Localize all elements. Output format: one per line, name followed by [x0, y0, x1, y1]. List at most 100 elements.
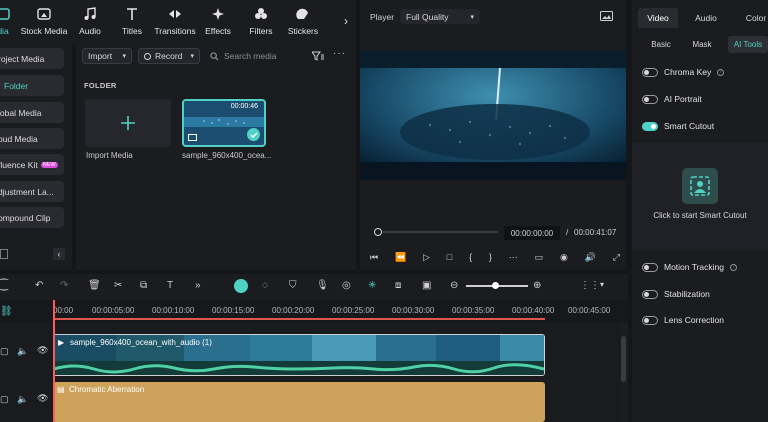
more-tools-icon[interactable]: »	[195, 280, 201, 291]
folder-icon[interactable]	[0, 249, 8, 259]
subtitle-icon[interactable]: ▣	[422, 280, 431, 291]
player-header: Player Full Quality ▾	[360, 6, 626, 28]
split-icon[interactable]: ✂	[114, 280, 122, 291]
mute-icon[interactable]: 🔈	[17, 394, 28, 405]
marker-icon[interactable]: ⛉	[289, 280, 297, 291]
play-icon[interactable]: ▷	[423, 252, 430, 263]
effects-icon	[212, 8, 224, 20]
nav-cloud-media[interactable]: oud Media	[0, 128, 64, 149]
render-icon[interactable]: ◌	[262, 280, 268, 291]
zoom-in-icon[interactable]: ⊕	[533, 280, 541, 291]
motion-tracking-toggle[interactable]	[642, 262, 658, 272]
more-menu-icon[interactable]: ⋯	[509, 252, 518, 263]
eye-icon[interactable]: 👁	[37, 393, 48, 404]
effect-clip[interactable]: ▤ Chromatic Aberration	[53, 382, 545, 422]
ai-face-icon[interactable]	[234, 279, 248, 293]
snap-icon[interactable]: ✳	[368, 280, 376, 291]
tab-stickers[interactable]: Stickers	[274, 6, 332, 36]
volume-icon[interactable]: 🔊	[585, 252, 596, 263]
subtab-ai-tools[interactable]: AI Tools	[728, 36, 768, 53]
delete-icon[interactable]: 🗑	[88, 280, 101, 291]
tick-label: 00:00	[53, 306, 74, 315]
chevron-right-icon[interactable]: ›	[344, 14, 348, 28]
redo-icon[interactable]: ↷	[60, 280, 68, 291]
info-icon[interactable]: ?	[717, 68, 725, 76]
video-clip[interactable]: ▶ sample_960x400_ocean_with_audio (1)	[53, 334, 545, 376]
nav-adjustment-layer[interactable]: djustment La...	[0, 181, 64, 202]
camera-icon[interactable]: ◉	[560, 252, 568, 263]
nav-project-media-label: roject Media	[0, 53, 45, 64]
import-media-tile[interactable]	[85, 99, 171, 147]
tab-effects-label: Effects	[205, 26, 231, 36]
media-clip-thumbnail[interactable]: 00:00:46	[182, 99, 266, 147]
nav-influence-kit[interactable]: fluence Kit NEW	[0, 154, 64, 175]
video-preview[interactable]	[360, 50, 626, 180]
media-icon	[0, 8, 10, 20]
tab-titles-label: Titles	[122, 26, 142, 36]
video-track-icon: ▢	[0, 346, 9, 356]
undo-icon[interactable]: ↶	[35, 280, 43, 291]
filter-icon[interactable]	[312, 51, 324, 61]
step-back-icon[interactable]: ⏪	[395, 252, 406, 263]
import-dropdown-label: Import	[88, 51, 113, 61]
smart-cutout-area[interactable]: Click to start Smart Cutout	[632, 143, 768, 250]
record-dropdown[interactable]: Record ▾	[138, 48, 200, 64]
mark-out-icon[interactable]: }	[489, 252, 492, 262]
info-icon[interactable]: ?	[730, 263, 737, 271]
tab-media-label: dia	[0, 26, 9, 36]
snapshot-image-icon[interactable]	[600, 11, 613, 21]
scrubber-track[interactable]	[382, 231, 498, 233]
nav-folder[interactable]: Folder	[0, 75, 64, 96]
mute-icon[interactable]: 🔈	[17, 346, 28, 357]
chroma-key-toggle[interactable]	[642, 67, 658, 77]
microphone-icon[interactable]: 🎙	[316, 280, 329, 291]
nav-global-media[interactable]: lobal Media	[0, 102, 64, 123]
fullscreen-icon[interactable]: ⤢	[613, 252, 620, 263]
scrubber-handle[interactable]	[374, 228, 382, 236]
nav-compound-clip-label: ompound Clip	[0, 212, 51, 223]
lens-correction-toggle[interactable]	[642, 315, 658, 325]
timeline-scrollbar[interactable]	[620, 322, 628, 422]
timeline-scrollbar-thumb[interactable]	[621, 336, 626, 382]
nav-compound-clip[interactable]: ompound Clip	[0, 207, 64, 228]
zoom-slider-handle[interactable]	[492, 282, 499, 289]
search-icon	[210, 51, 219, 61]
crop-icon[interactable]: ⧉	[140, 280, 147, 291]
playhead[interactable]	[53, 300, 55, 422]
properties-panel: Video Audio Color Basic Mask AI Tools Ch…	[632, 0, 768, 422]
auto-ripple-icon[interactable]: ⧈	[395, 280, 401, 291]
tab-video[interactable]: Video	[638, 8, 678, 28]
mark-in-icon[interactable]: {	[469, 252, 472, 262]
tick-label: 00:00:20:00	[272, 306, 315, 315]
collapse-icon[interactable]: ⁐	[0, 280, 8, 291]
tab-audio-props[interactable]: Audio	[686, 8, 726, 28]
subtab-basic-label: Basic	[651, 40, 671, 49]
previous-frame-icon[interactable]: ⏮	[370, 252, 378, 263]
tab-audio-label: Audio	[79, 26, 101, 36]
stop-icon[interactable]: □	[447, 252, 452, 262]
stabilization-toggle[interactable]	[642, 289, 658, 299]
grid-icon[interactable]: ⋮⋮	[580, 280, 600, 291]
nav-influence-kit-label: fluence Kit	[0, 159, 38, 170]
lens-correction-row: Lens Correction	[642, 315, 724, 325]
more-options-icon[interactable]: ···	[333, 48, 346, 59]
tab-color[interactable]: Color	[736, 8, 768, 28]
import-dropdown[interactable]: Import ▾	[82, 48, 132, 64]
quality-dropdown[interactable]: Full Quality ▾	[400, 9, 480, 24]
smart-cutout-toggle[interactable]	[642, 121, 658, 131]
nav-project-media[interactable]: roject Media	[0, 48, 64, 69]
link-icon[interactable]: ⛓	[0, 306, 13, 317]
ai-portrait-toggle[interactable]	[642, 94, 658, 104]
timeline-ruler[interactable]: ⛓ 00:00 00:00:05:00 00:00:10:00 00:00:15…	[0, 300, 628, 322]
audio-icon	[84, 7, 96, 20]
text-icon[interactable]: T	[167, 280, 173, 291]
voiceover-icon[interactable]: ◎	[342, 280, 351, 291]
subtab-mask[interactable]: Mask	[678, 36, 726, 53]
eye-icon[interactable]: 👁	[37, 345, 48, 356]
search-input[interactable]: Search media	[210, 48, 308, 64]
zoom-out-icon[interactable]: ⊖	[450, 280, 458, 291]
collapse-left-icon[interactable]: ‹	[53, 248, 65, 260]
chevron-down-icon[interactable]: ▾	[600, 280, 604, 289]
work-area-bar[interactable]	[53, 318, 545, 320]
display-icon[interactable]: ▭	[535, 252, 544, 263]
